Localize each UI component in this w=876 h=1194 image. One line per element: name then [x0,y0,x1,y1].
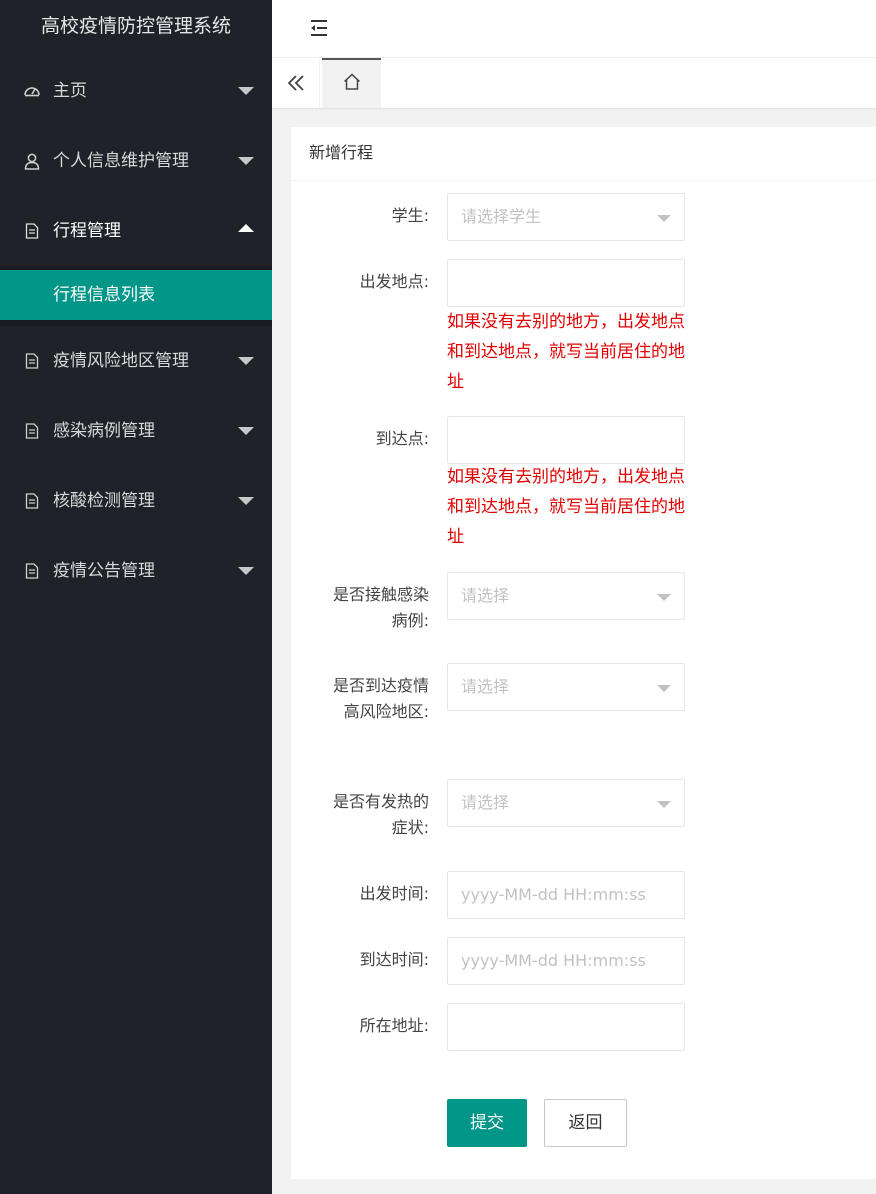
document-icon [22,536,42,606]
home-icon [342,72,362,96]
high-risk-select[interactable]: 请选择 [447,663,685,711]
depart-time-input[interactable]: yyyy-MM-dd HH:mm:ss [447,871,685,919]
submit-button[interactable]: 提交 [447,1099,527,1147]
sidebar-item-label: 主页 [53,81,87,101]
caret-down-icon [238,357,254,365]
select-placeholder: 请选择 [461,677,510,696]
select-placeholder: 请选择 [461,586,510,605]
sidebar-item-personal-info[interactable]: 个人信息维护管理 [0,126,272,196]
caret-down-icon [657,801,671,808]
arrival-hint: 如果没有去别的地方，出发地点和到达地点，就写当前居住的地址 [447,467,685,547]
sidebar-item-trip-management[interactable]: 行程管理 [0,196,272,266]
caret-down-icon [657,685,671,692]
caret-down-icon [657,594,671,601]
tab-home[interactable] [322,58,381,108]
arrive-time-input[interactable]: yyyy-MM-dd HH:mm:ss [447,937,685,985]
sidebar-subitem-trip-list[interactable]: 行程信息列表 [0,270,272,320]
document-icon [22,196,42,266]
sidebar-item-label: 行程管理 [53,221,121,241]
field-label: 是否接触感染病例: [332,585,429,630]
sidebar-item-label: 感染病例管理 [53,421,155,441]
field-label: 是否有发热的症状: [332,792,429,837]
user-icon [22,126,42,196]
menu-fold-icon[interactable] [308,17,330,39]
field-label: 学生: [391,206,429,225]
caret-down-icon [238,157,254,165]
sidebar-item-label: 核酸检测管理 [53,491,155,511]
input-placeholder: yyyy-MM-dd HH:mm:ss [461,951,646,970]
caret-down-icon [657,215,671,222]
document-icon [22,396,42,466]
departure-input[interactable] [447,259,685,307]
sidebar: 高校疫情防控管理系统 主页 个人信息维护管理 行程管理 行程信息列表 疫情风险地… [0,0,272,1194]
sidebar-item-nucleic-test[interactable]: 核酸检测管理 [0,466,272,536]
field-label: 是否到达疫情高风险地区: [332,676,429,721]
arrival-input[interactable] [447,416,685,464]
caret-down-icon [238,427,254,435]
form-card: 新增行程 学生: 请选择学生 出发地点: 如果没有去别的地方，出发地点和到达地点… [291,127,876,1179]
sidebar-item-label: 个人信息维护管理 [53,151,189,171]
sidebar-item-label: 疫情风险地区管理 [53,351,189,371]
double-chevron-left-icon[interactable] [272,58,320,108]
sidebar-item-risk-area[interactable]: 疫情风险地区管理 [0,326,272,396]
student-select[interactable]: 请选择学生 [447,193,685,241]
caret-down-icon [238,567,254,575]
field-label: 出发时间: [359,884,429,903]
address-input[interactable] [447,1003,685,1051]
document-icon [22,326,42,396]
caret-up-icon [238,224,254,232]
submenu-trip: 行程信息列表 [0,266,272,326]
field-label: 到达时间: [359,950,429,969]
app-title: 高校疫情防控管理系统 [0,0,272,56]
caret-down-icon [238,497,254,505]
tab-bar [272,58,876,108]
departure-hint: 如果没有去别的地方，出发地点和到达地点，就写当前居住的地址 [447,312,685,392]
input-placeholder: yyyy-MM-dd HH:mm:ss [461,885,646,904]
fever-select[interactable]: 请选择 [447,779,685,827]
sidebar-item-announcements[interactable]: 疫情公告管理 [0,536,272,606]
select-placeholder: 请选择学生 [461,207,542,226]
top-header [272,0,876,58]
card-title: 新增行程 [291,127,876,181]
field-label: 所在地址: [359,1016,429,1035]
contact-case-select[interactable]: 请选择 [447,572,685,620]
sidebar-item-home[interactable]: 主页 [0,56,272,126]
sidebar-item-infection-cases[interactable]: 感染病例管理 [0,396,272,466]
sidebar-item-label: 疫情公告管理 [53,561,155,581]
field-label: 到达点: [375,429,429,448]
select-placeholder: 请选择 [461,793,510,812]
field-label: 出发地点: [359,272,429,291]
dashboard-icon [22,56,42,126]
caret-down-icon [238,87,254,95]
document-icon [22,466,42,536]
back-button[interactable]: 返回 [544,1099,627,1147]
